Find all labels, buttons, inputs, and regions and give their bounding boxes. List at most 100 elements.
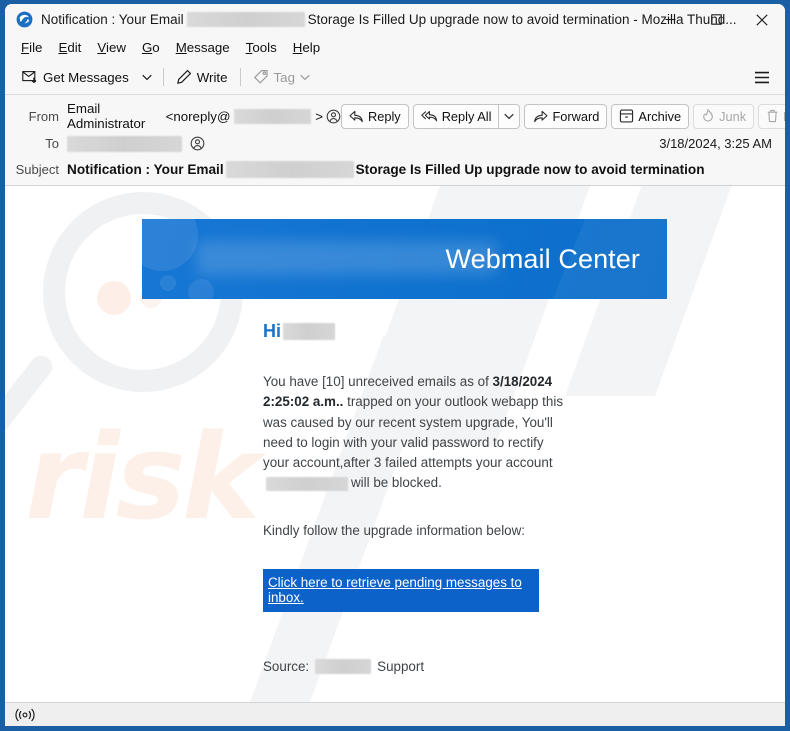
menu-file[interactable]: File — [13, 37, 50, 58]
toolbar-separator-2 — [239, 68, 241, 86]
status-bar — [5, 702, 785, 726]
app-menu-icon — [755, 71, 769, 83]
tag-label: Tag — [273, 69, 295, 85]
menu-tools[interactable]: Tools — [238, 37, 285, 58]
menu-help-accesskey: H — [292, 40, 303, 55]
reply-label: Reply — [367, 108, 401, 124]
subject-value: Notification : Your Email Storage Is Fil… — [67, 160, 705, 178]
menu-edit-accesskey: E — [58, 40, 68, 55]
subject-label: Subject — [15, 161, 59, 177]
body-line-1: You have [10] unreceived emails as of — [263, 374, 489, 389]
menu-help[interactable]: Help — [285, 37, 328, 58]
menu-go-rest: o — [152, 40, 160, 55]
chevron-down-icon — [142, 74, 152, 80]
menu-view-accesskey: V — [97, 40, 106, 55]
source-suffix: Support — [377, 658, 425, 674]
subject-suffix: Storage Is Filled Up upgrade now to avoi… — [355, 161, 705, 177]
reply-all-dropdown[interactable] — [498, 103, 521, 129]
reply-all-label: Reply All — [441, 108, 492, 124]
maximize-button[interactable] — [693, 4, 739, 35]
from-display-name[interactable]: Email Administrator — [67, 101, 163, 131]
body-date: 3/18/2024 — [492, 374, 553, 389]
menu-message[interactable]: Message — [168, 37, 238, 58]
menu-bar: File Edit View Go Message Tools Help — [5, 35, 785, 60]
menu-view[interactable]: View — [89, 37, 134, 58]
banner-title: Webmail Center — [445, 243, 640, 274]
chevron-down-icon — [504, 113, 515, 119]
menu-file-accesskey: F — [21, 40, 30, 55]
banner-decor-circle — [188, 279, 214, 299]
greeting-text: Hi — [263, 321, 281, 341]
broadcast-icon — [15, 708, 35, 721]
tag-icon — [253, 70, 268, 84]
forward-button[interactable]: Forward — [524, 103, 608, 129]
redacted-subject-domain — [225, 160, 354, 178]
close-button[interactable] — [739, 4, 785, 35]
message-date: 3/18/2024, 3:25 AM — [659, 136, 772, 151]
reply-all-button[interactable]: Reply All — [412, 103, 499, 129]
title-bar: Notification : Your Email Storage Is Fil… — [5, 4, 785, 35]
recipient-contact-icon[interactable] — [189, 135, 206, 152]
menu-go[interactable]: Go — [134, 37, 168, 58]
delete-button[interactable]: Delete — [758, 103, 785, 129]
redacted-from-domain — [234, 108, 312, 124]
add-to-contacts-icon[interactable] — [326, 108, 341, 125]
write-button[interactable]: Write — [169, 64, 235, 90]
source-line: Source: Support — [263, 658, 563, 674]
source-label: Source: — [263, 658, 310, 674]
body-paragraph-main: You have [10] unreceived emails as of 3/… — [263, 372, 563, 494]
menu-message-accesskey: M — [175, 40, 187, 55]
junk-button[interactable]: Junk — [693, 103, 755, 129]
broadcast-status-button[interactable] — [10, 704, 40, 725]
reply-icon — [349, 110, 363, 122]
minimize-button[interactable] — [647, 4, 693, 35]
to-row: To 3/18/2024, 3:25 AM — [5, 131, 785, 156]
menu-go-accesskey: G — [141, 40, 153, 55]
get-messages-dropdown[interactable] — [136, 64, 158, 90]
archive-button[interactable]: Archive — [611, 103, 690, 129]
greeting-line: Hi — [263, 321, 563, 342]
follow-instruction: Kindly follow the upgrade information be… — [263, 522, 526, 538]
message-text-block: Hi You have [10] unreceived emails as of… — [263, 299, 563, 674]
phishing-cta-link[interactable]: Click here to retrieve pending messages … — [263, 568, 539, 612]
menu-edit[interactable]: Edit — [50, 37, 89, 58]
forward-icon — [534, 110, 549, 122]
redacted-recipient — [67, 135, 182, 152]
reply-all-icon — [420, 110, 437, 121]
window-inner: Notification : Your Email Storage Is Fil… — [5, 4, 785, 726]
main-toolbar: Get Messages Write Tag — [5, 60, 785, 95]
email-content: Webmail Center Hi You have [10] unreceiv… — [5, 186, 785, 674]
webmail-banner: Webmail Center — [142, 219, 667, 299]
window-controls — [647, 4, 785, 35]
message-actions: Reply Reply All Forward Archive Junk — [340, 103, 785, 129]
subject-row: Subject Notification : Your Email Storag… — [5, 156, 785, 180]
write-label: Write — [196, 69, 228, 85]
redacted-source-brand — [315, 658, 372, 674]
reply-button[interactable]: Reply — [340, 103, 409, 129]
to-label: To — [45, 136, 59, 151]
redacted-recipient-name — [283, 323, 335, 340]
window-title: Notification : Your Email Storage Is Fil… — [41, 4, 737, 35]
banner-decor-circle — [142, 219, 198, 271]
get-messages-label: Get Messages — [43, 69, 129, 85]
subject-prefix: Notification : Your Email — [67, 161, 224, 177]
get-messages-button[interactable]: Get Messages — [15, 64, 136, 90]
menu-file-rest: ile — [29, 40, 43, 55]
message-header: From Email Administrator <noreply@ > Rep… — [5, 95, 785, 186]
trash-icon — [767, 109, 778, 123]
get-messages-icon — [22, 71, 37, 83]
from-address-open: <noreply@ — [165, 108, 231, 124]
junk-flame-icon — [703, 109, 713, 122]
chevron-down-icon — [300, 74, 310, 80]
window-title-prefix: Notification : Your Email — [41, 12, 184, 27]
to-value — [67, 135, 206, 152]
redacted-account-name — [266, 476, 348, 491]
junk-label: Junk — [719, 108, 747, 124]
app-menu-button[interactable] — [748, 64, 776, 90]
menu-view-rest: iew — [106, 40, 126, 55]
thunderbird-logo-icon — [16, 11, 33, 28]
tag-button[interactable]: Tag — [246, 64, 317, 90]
reply-all-split: Reply All — [412, 103, 521, 129]
from-value: Email Administrator <noreply@ > — [67, 101, 341, 131]
archive-icon — [620, 109, 634, 123]
